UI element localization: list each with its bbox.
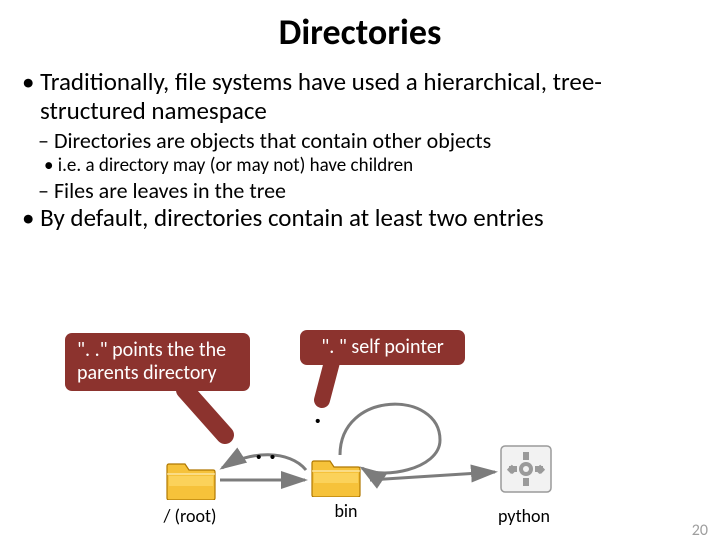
slide-title: Directories (0, 10, 720, 54)
label-bin: bin (316, 500, 376, 522)
bullet-1a1: i.e. a directory may (or may not) have c… (40, 154, 702, 178)
label-root: / (root) (150, 505, 230, 527)
bullet-1b: Files are leaves in the tree (36, 178, 702, 204)
label-dot: . (314, 396, 321, 431)
slide-body: Traditionally, file systems have used a … (0, 68, 720, 233)
folder-bin-icon (310, 455, 362, 497)
folder-root-icon (165, 458, 217, 500)
bullet-1a: Directories are objects that contain oth… (36, 128, 702, 154)
bullet-1: Traditionally, file systems have used a … (18, 68, 702, 126)
label-python: python (484, 505, 564, 527)
diagram: ". ." points the the parents directory "… (0, 320, 720, 550)
page-number: 20 (692, 521, 708, 540)
executable-python-icon (500, 445, 552, 493)
label-dotdot: . . (255, 432, 276, 467)
bullet-2: By default, directories contain at least… (18, 204, 702, 233)
